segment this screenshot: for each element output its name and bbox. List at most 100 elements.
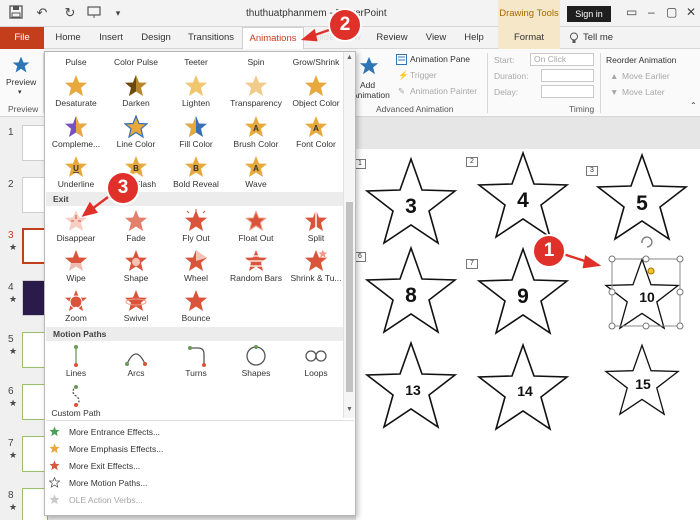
effect-fill-color[interactable]: Fill Color bbox=[165, 115, 227, 153]
effect-underline[interactable]: U Underline bbox=[45, 155, 107, 193]
svg-text:A: A bbox=[253, 124, 259, 133]
lightning-icon: ⚡ bbox=[398, 70, 409, 80]
effect-float-out[interactable]: Float Out bbox=[225, 209, 287, 247]
delay-field[interactable] bbox=[541, 85, 594, 98]
effect-fly-out[interactable]: Fly Out bbox=[165, 209, 227, 247]
maximize-icon[interactable]: ▢ bbox=[666, 5, 677, 19]
effect-lighten[interactable]: Lighten bbox=[165, 74, 227, 112]
star-icon bbox=[65, 116, 87, 137]
tab-home[interactable]: Home bbox=[50, 27, 86, 49]
effect-disappear[interactable]: Disappear bbox=[45, 209, 107, 247]
ribbon-display-icon[interactable]: ▭ bbox=[626, 5, 637, 19]
add-animation-label-2: Animation bbox=[352, 90, 390, 100]
more-emphasis-effects[interactable]: More Emphasis Effects... bbox=[49, 442, 329, 458]
rotate-handle-icon[interactable] bbox=[641, 236, 653, 248]
star-number-label: 13 bbox=[405, 382, 421, 398]
effect-brush-color[interactable]: A Brush Color bbox=[225, 115, 287, 153]
collapse-ribbon-icon[interactable]: ⌃ bbox=[690, 101, 697, 110]
effect-wave[interactable]: A Wave bbox=[225, 155, 287, 193]
move-later-button[interactable]: Move Later bbox=[622, 87, 665, 97]
animation-order-tag[interactable]: 3 bbox=[586, 166, 598, 176]
gallery-scrollbar[interactable]: ▲ ▼ bbox=[343, 52, 355, 418]
scroll-up-icon[interactable]: ▲ bbox=[346, 54, 353, 61]
star-icon bbox=[64, 250, 88, 273]
move-earlier-button[interactable]: Move Earlier bbox=[622, 71, 670, 81]
effect-bold-reveal[interactable]: B Bold Reveal bbox=[165, 155, 227, 193]
effect-transparency[interactable]: Transparency bbox=[225, 74, 287, 112]
ole-action-verbs[interactable]: OLE Action Verbs... bbox=[49, 493, 329, 509]
effect-wipe[interactable]: Wipe bbox=[45, 249, 107, 287]
path-custom[interactable]: Custom Path bbox=[45, 384, 107, 422]
animation-order-tag[interactable]: 2 bbox=[466, 157, 478, 167]
adjust-handle[interactable] bbox=[647, 267, 655, 275]
animation-painter-button[interactable]: Animation Painter bbox=[410, 86, 477, 96]
effect-desaturate[interactable]: Desaturate bbox=[45, 74, 107, 112]
duration-field[interactable] bbox=[541, 69, 594, 82]
slide-canvas[interactable]: 1 2 3 6 7 3 4 5 8 9 10 13 14 15 bbox=[354, 149, 700, 520]
tell-me-search[interactable]: Tell me bbox=[580, 27, 616, 49]
tab-view[interactable]: View bbox=[420, 27, 452, 49]
effect-zoom[interactable]: Zoom bbox=[45, 289, 107, 327]
slide-number: 7 bbox=[8, 438, 14, 449]
scroll-down-icon[interactable]: ▼ bbox=[346, 406, 353, 413]
effect-swivel[interactable]: Swivel bbox=[105, 289, 167, 327]
effect-complementary-color[interactable]: Compleme... bbox=[45, 115, 107, 153]
effect-darken[interactable]: Darken bbox=[105, 74, 167, 112]
effect-wheel[interactable]: Wheel bbox=[165, 249, 227, 287]
star-number-label: 4 bbox=[517, 189, 529, 212]
undo-icon[interactable]: ↶ bbox=[34, 5, 50, 21]
effect-shape[interactable]: Shape bbox=[105, 249, 167, 287]
tab-insert[interactable]: Insert bbox=[92, 27, 130, 49]
red-star-icon bbox=[49, 460, 60, 471]
animation-order-tag[interactable]: 7 bbox=[466, 259, 478, 269]
path-arcs[interactable]: Arcs bbox=[105, 344, 167, 382]
more-entrance-effects[interactable]: More Entrance Effects... bbox=[49, 425, 329, 441]
tab-help[interactable]: Help bbox=[458, 27, 490, 49]
effect-object-color[interactable]: Object Color bbox=[285, 74, 347, 112]
minimize-icon[interactable]: – bbox=[648, 5, 655, 19]
effect-font-color[interactable]: A Font Color bbox=[285, 115, 347, 153]
path-loops[interactable]: Loops bbox=[285, 344, 347, 382]
customize-icon[interactable]: ▾ bbox=[110, 5, 126, 21]
more-exit-effects[interactable]: More Exit Effects... bbox=[49, 459, 329, 475]
path-turns[interactable]: Turns bbox=[165, 344, 227, 382]
star-icon bbox=[305, 249, 328, 271]
path-lines[interactable]: Lines bbox=[45, 344, 107, 382]
effect-fade[interactable]: Fade bbox=[105, 209, 167, 247]
tab-format[interactable]: Format bbox=[498, 27, 560, 49]
svg-text:A: A bbox=[253, 164, 259, 173]
more-motion-paths[interactable]: More Motion Paths... bbox=[49, 476, 329, 492]
trigger-button[interactable]: Trigger bbox=[410, 70, 437, 80]
callout-badge-3: 3 bbox=[108, 173, 138, 203]
scroll-thumb[interactable] bbox=[346, 202, 353, 392]
star-icon bbox=[124, 115, 148, 138]
effect-split[interactable]: Split bbox=[285, 209, 347, 247]
close-icon[interactable]: ✕ bbox=[686, 5, 696, 19]
animation-star-icon: ★ bbox=[9, 294, 18, 304]
effect-bounce[interactable]: Bounce bbox=[165, 289, 227, 327]
group-separator bbox=[487, 53, 488, 113]
star-number-label: 15 bbox=[635, 376, 651, 392]
star-icon bbox=[185, 290, 207, 311]
path-shapes[interactable]: Shapes bbox=[225, 344, 287, 382]
preview-button[interactable]: Preview ▾ bbox=[4, 53, 40, 99]
start-dropdown[interactable]: On Click bbox=[530, 53, 594, 66]
effect-random-bars[interactable]: Random Bars bbox=[225, 249, 287, 287]
add-star-icon bbox=[358, 55, 380, 79]
tab-animations[interactable]: Animations bbox=[242, 27, 304, 50]
star-number-label: 5 bbox=[636, 192, 648, 215]
save-icon[interactable] bbox=[8, 5, 24, 21]
effect-line-color[interactable]: Line Color bbox=[105, 115, 167, 153]
add-animation-button[interactable]: Add Animation bbox=[352, 53, 394, 101]
tab-file[interactable]: File bbox=[0, 27, 44, 49]
sign-in-button[interactable]: Sign in bbox=[567, 6, 611, 22]
present-icon[interactable] bbox=[86, 5, 102, 21]
animation-star-icon: ★ bbox=[9, 242, 18, 252]
animation-pane-button[interactable]: Animation Pane bbox=[410, 54, 470, 64]
redo-icon[interactable]: ↻ bbox=[62, 5, 78, 21]
tab-transitions[interactable]: Transitions bbox=[182, 27, 240, 49]
preview-group-label: Preview bbox=[8, 104, 39, 114]
tab-review[interactable]: Review bbox=[372, 27, 412, 49]
tab-design[interactable]: Design bbox=[136, 27, 176, 49]
effect-shrink-turn[interactable]: Shrink & Tu... bbox=[285, 249, 347, 287]
